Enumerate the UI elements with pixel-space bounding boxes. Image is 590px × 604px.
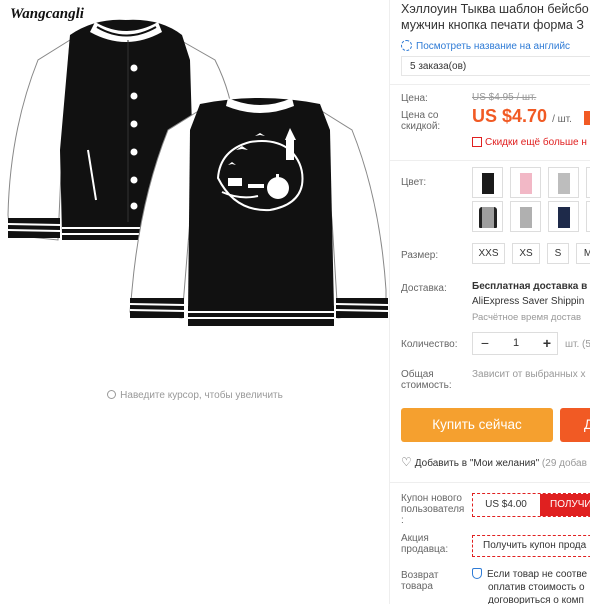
product-gallery: Wangcangli Наведите курсор, чтобы увелич… [0, 0, 390, 604]
get-coupon-button[interactable]: ПОЛУЧИТЬ [540, 494, 590, 516]
color-swatch[interactable] [510, 201, 541, 232]
new-user-coupon-label-line3: : [401, 515, 404, 526]
seller-promo-label: Акция продавца: [401, 533, 448, 555]
shipping-label: Доставка: [401, 283, 447, 294]
quantity-available: шт. (5 [565, 339, 590, 350]
color-swatch[interactable] [548, 201, 579, 232]
buy-now-button[interactable]: Купить сейчас [401, 408, 553, 442]
heart-icon: ♡ [401, 455, 412, 469]
discount-price: US $4.70 / шт. [472, 106, 572, 127]
coupon-amount: US $4.00 [485, 499, 527, 510]
size-label: Размер: [401, 250, 439, 261]
size-option-xxs[interactable]: XXS [472, 243, 505, 264]
color-swatch[interactable] [472, 201, 503, 232]
total-note: Зависит от выбранных х [472, 369, 586, 380]
original-price: US $4.95 / шт. [472, 92, 537, 103]
orders-count: 5 заказа(ов) [401, 56, 590, 76]
magnifier-icon [107, 390, 117, 399]
returns-label: Возврат товара [401, 570, 439, 592]
discount-price-label-line1: Цена со [401, 110, 439, 121]
product-image[interactable] [0, 0, 390, 360]
total-label-line2: стоимость: [401, 380, 452, 391]
divider [390, 160, 590, 161]
bulk-discount-link[interactable]: Скидки ещё больше н [472, 137, 587, 148]
wishlist-text: Добавить в "Мои желания" [414, 458, 540, 469]
quantity-label: Количество: [401, 339, 458, 350]
add-to-cart-button[interactable]: Д [560, 408, 590, 442]
returns-label-line1: Возврат [401, 570, 439, 581]
discount-price-label-line2: скидкой: [401, 121, 441, 132]
price-unit: / шт. [552, 114, 572, 125]
new-user-coupon-label-line2: пользователя [401, 504, 465, 515]
color-swatch[interactable] [586, 167, 590, 198]
buyer-protection-icon [472, 568, 482, 579]
new-user-coupon-label: Купон нового пользователя : [401, 493, 464, 526]
bulk-discount-text: Скидки ещё больше н [485, 137, 587, 148]
quantity-input[interactable]: 1 [497, 333, 535, 354]
size-option-s[interactable]: S [547, 243, 569, 264]
total-label: Общая стоимость: [401, 369, 452, 391]
zoom-hint-text: Наведите курсор, чтобы увеличить [120, 390, 283, 401]
returns-label-line2: товара [401, 581, 433, 592]
divider [390, 482, 590, 483]
color-label: Цвет: [401, 177, 427, 188]
translate-icon [401, 40, 412, 51]
quantity-stepper: − 1 + [472, 332, 558, 355]
total-label-line1: Общая [401, 369, 434, 380]
discount-price-label: Цена со скидкой: [401, 110, 440, 132]
discount-price-value: US $4.70 [472, 106, 548, 126]
quantity-increase-button[interactable]: + [535, 333, 559, 354]
divider [390, 84, 590, 85]
sale-badge [584, 111, 590, 125]
returns-line1: Если товар не соотве [487, 569, 588, 580]
add-to-wishlist-link[interactable]: ♡ Добавить в "Мои желания" (29 добав [401, 455, 587, 469]
seller-promo-label-line2: продавца: [401, 544, 449, 555]
price-label: Цена: [401, 93, 428, 104]
color-swatch[interactable] [472, 167, 503, 198]
product-title: Хэллоуин Тыква шаблон бейсбо мужчин кноп… [401, 1, 590, 33]
returns-info: Если товар не соотве оплатив стоимость о… [472, 568, 587, 604]
size-option-m[interactable]: M [576, 243, 590, 264]
translate-title-link[interactable]: Посмотреть название на английс [401, 40, 570, 52]
new-user-coupon-label-line1: Купон нового [401, 493, 462, 504]
product-title-line2: мужчин кнопка печати форма З [401, 18, 584, 32]
product-title-line1: Хэллоуин Тыква шаблон бейсбо [401, 2, 589, 16]
returns-line2: оплатив стоимость о [488, 582, 585, 593]
discount-tag-icon [472, 137, 482, 147]
quantity-decrease-button[interactable]: − [473, 333, 497, 354]
color-swatch[interactable] [510, 167, 541, 198]
seller-coupon-button[interactable]: Получить купон прода [472, 535, 590, 557]
zoom-hint: Наведите курсор, чтобы увеличить [0, 389, 390, 401]
wishlist-count: (29 добав [541, 458, 587, 469]
shipping-title: Бесплатная доставка в [472, 281, 588, 292]
returns-line3: договориться о комп [488, 595, 584, 604]
shipping-method[interactable]: AliExpress Saver Shippin [472, 296, 584, 307]
color-swatch[interactable] [586, 201, 590, 232]
shipping-estimate: Расчётное время достав [472, 312, 582, 323]
product-info-panel: Хэллоуин Тыква шаблон бейсбо мужчин кноп… [390, 0, 590, 604]
new-user-coupon: US $4.00 ПОЛУЧИТЬ [472, 493, 590, 517]
brand-watermark: Wangcangli [10, 6, 84, 22]
size-option-xs[interactable]: XS [512, 243, 540, 264]
back-jacket-illustration [129, 98, 389, 326]
seller-promo-label-line1: Акция [401, 533, 429, 544]
color-swatch[interactable] [548, 167, 579, 198]
translate-title-text: Посмотреть название на английс [416, 41, 571, 52]
